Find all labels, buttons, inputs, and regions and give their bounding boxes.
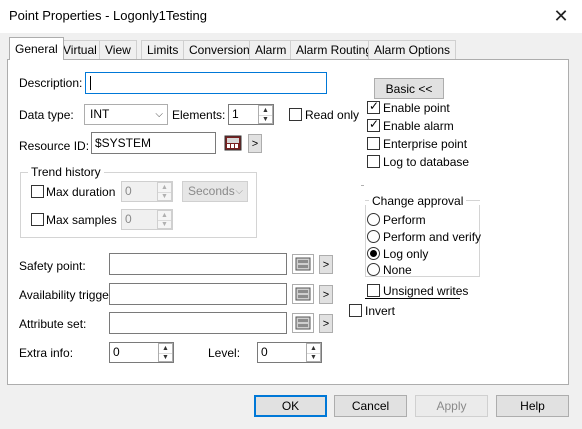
attribute-set-input[interactable] — [109, 312, 287, 334]
resource-browser-icon[interactable] — [223, 133, 243, 153]
apply-button[interactable]: Apply — [415, 395, 488, 417]
data-type-label: Data type: — [19, 108, 74, 122]
safety-point-browse-button[interactable]: > — [319, 255, 333, 274]
unsigned-writes-checkbox[interactable] — [367, 284, 380, 297]
perform-and-verify-radio[interactable] — [367, 230, 380, 243]
log-to-database-checkbox[interactable] — [367, 155, 380, 168]
text-cursor — [90, 76, 91, 90]
data-type-value: INT — [90, 107, 110, 121]
tab-alarm-routing[interactable]: Alarm Routing — [290, 40, 379, 59]
resource-browse-button[interactable]: > — [248, 134, 262, 153]
basic-toggle-button[interactable]: Basic << — [374, 78, 444, 99]
tab-general[interactable]: General — [9, 37, 64, 60]
log-only-radio[interactable] — [367, 247, 380, 260]
log-only-label: Log only — [383, 247, 429, 261]
extra-info-spinner[interactable]: ▲ ▼ — [158, 343, 173, 362]
point-browser-icon[interactable] — [292, 254, 314, 274]
none-label: None — [383, 263, 412, 277]
extra-info-label: Extra info: — [19, 346, 74, 360]
description-label: Description: — [19, 76, 83, 90]
change-approval-label: Change approval — [369, 194, 467, 208]
window-title: Point Properties - Logonly1Testing — [9, 8, 208, 23]
point-browser-icon[interactable] — [292, 313, 314, 333]
resource-id-input[interactable]: $SYSTEM — [91, 132, 216, 154]
level-spinner[interactable]: ▲ ▼ — [306, 343, 321, 362]
availability-trigger-browse-button[interactable]: > — [319, 285, 333, 304]
enable-point-checkbox[interactable] — [367, 99, 380, 114]
enable-alarm-checkbox[interactable] — [367, 117, 380, 132]
availability-trigger-label: Availability trigger: — [19, 288, 117, 302]
perform-radio[interactable] — [367, 213, 380, 226]
divider — [361, 185, 364, 186]
spin-down-icon[interactable]: ▼ — [307, 353, 320, 362]
enable-point-label: Enable point — [383, 101, 450, 115]
help-button[interactable]: Help — [496, 395, 569, 417]
none-radio[interactable] — [367, 263, 380, 276]
point-browser-icon[interactable] — [292, 284, 314, 304]
safety-point-label: Safety point: — [19, 259, 86, 273]
max-duration-checkbox[interactable] — [31, 185, 44, 198]
duration-unit-select[interactable]: Seconds ⌵ — [182, 181, 248, 202]
unsigned-writes-label: Unsigned writes — [383, 284, 469, 298]
divider — [365, 298, 460, 299]
max-samples-spinner[interactable]: ▲ ▼ — [157, 210, 172, 229]
tab-alarm[interactable]: Alarm — [249, 40, 293, 59]
elements-spinner[interactable]: ▲ ▼ — [258, 105, 273, 124]
tab-virtual[interactable]: Virtual — [57, 40, 103, 59]
trend-history-label: Trend history — [28, 165, 104, 179]
availability-trigger-input[interactable] — [109, 283, 287, 305]
max-samples-label: Max samples — [46, 213, 117, 227]
safety-point-input[interactable] — [109, 253, 287, 275]
data-type-select[interactable]: INT ⌵ — [84, 104, 168, 125]
enable-alarm-label: Enable alarm — [383, 119, 454, 133]
chevron-down-icon: ⌵ — [235, 186, 243, 197]
description-input[interactable] — [85, 72, 327, 94]
attribute-set-label: Attribute set: — [19, 317, 87, 331]
enterprise-point-label: Enterprise point — [383, 137, 468, 151]
level-label: Level: — [208, 346, 241, 360]
perform-and-verify-label: Perform and verify — [383, 230, 482, 244]
max-samples-checkbox[interactable] — [31, 213, 44, 226]
close-icon[interactable]: ✕ — [548, 4, 574, 28]
ok-button[interactable]: OK — [254, 395, 327, 417]
tab-conversion[interactable]: Conversion — [183, 40, 256, 59]
spin-down-icon[interactable]: ▼ — [158, 220, 171, 229]
invert-label: Invert — [365, 304, 396, 318]
perform-label: Perform — [383, 213, 426, 227]
tab-alarm-options[interactable]: Alarm Options — [368, 40, 457, 59]
spin-down-icon[interactable]: ▼ — [159, 353, 172, 362]
resource-id-label: Resource ID: — [19, 139, 90, 153]
spin-down-icon[interactable]: ▼ — [259, 115, 272, 124]
max-duration-label: Max duration — [46, 185, 116, 199]
attribute-set-browse-button[interactable]: > — [319, 314, 333, 333]
log-to-database-label: Log to database — [383, 155, 470, 169]
tab-limits[interactable]: Limits — [141, 40, 185, 59]
duration-unit-value: Seconds — [188, 184, 235, 198]
invert-checkbox[interactable] — [349, 304, 362, 317]
read-only-label: Read only — [305, 108, 360, 122]
max-duration-spinner[interactable]: ▲ ▼ — [157, 182, 172, 201]
read-only-checkbox[interactable] — [289, 108, 302, 121]
spin-down-icon[interactable]: ▼ — [158, 192, 171, 201]
tab-view[interactable]: View — [99, 40, 137, 59]
cancel-button[interactable]: Cancel — [334, 395, 407, 417]
chevron-down-icon: ⌵ — [155, 109, 163, 120]
enterprise-point-checkbox[interactable] — [367, 137, 380, 150]
elements-label: Elements: — [172, 108, 226, 122]
